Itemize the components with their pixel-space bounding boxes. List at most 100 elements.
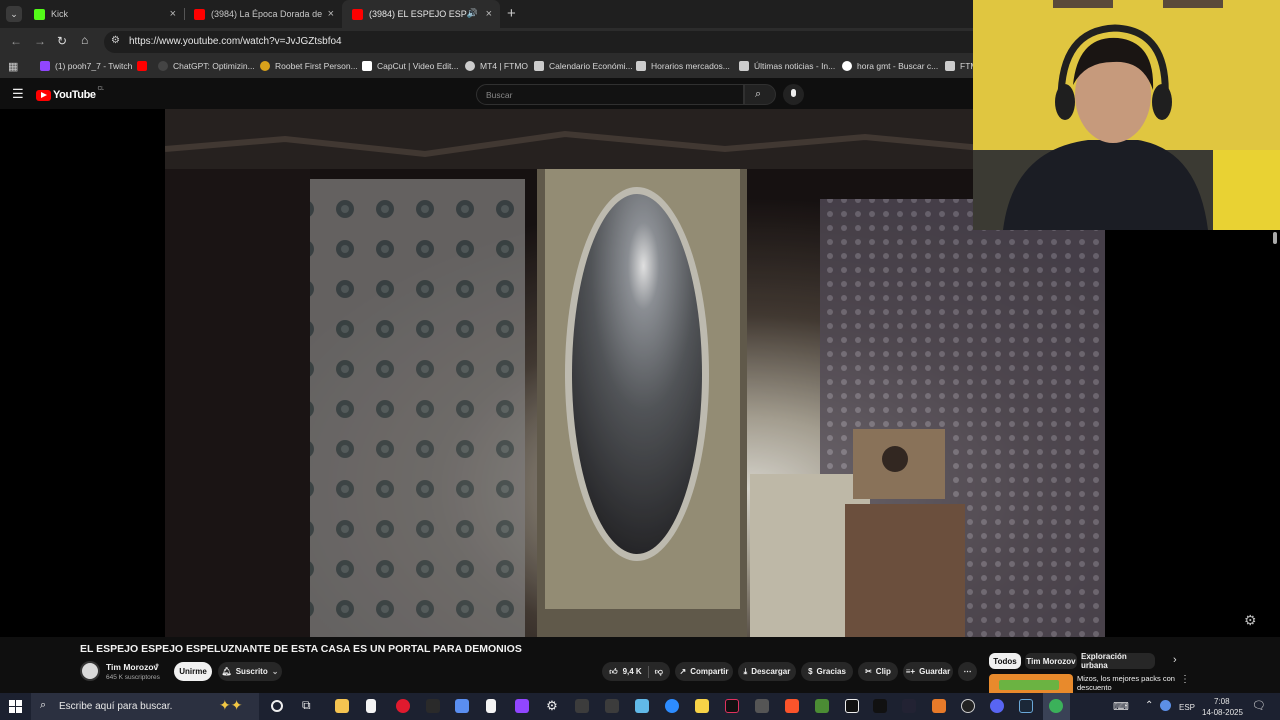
discord-icon[interactable] (990, 699, 1004, 713)
bookmark-roobet[interactable]: Roobet First Person... (260, 61, 358, 71)
keyboard-icon[interactable]: ⌨ (1113, 700, 1129, 713)
search-input[interactable]: Buscar (476, 84, 744, 105)
like-button[interactable]: 👍︎ 9,4 K (609, 667, 642, 677)
scissors-icon: ✂ (865, 667, 872, 676)
task-view-icon[interactable]: ⧉ (302, 698, 311, 713)
youtube-icon (352, 8, 363, 20)
app-icon[interactable] (605, 699, 619, 713)
globe-icon (465, 61, 475, 71)
apps-grid-icon[interactable]: ▦ (8, 60, 18, 73)
menu-icon[interactable]: ☰ (12, 86, 24, 102)
app-icon[interactable] (902, 699, 916, 713)
bookmark-chatgpt[interactable]: ChatGPT: Optimizin... (158, 61, 255, 71)
twitch-icon[interactable] (515, 699, 529, 713)
app-icon[interactable] (932, 699, 946, 713)
more-vertical-icon[interactable]: ⋮ (1180, 674, 1190, 685)
zoom-icon[interactable] (665, 699, 679, 713)
youtube-icon (194, 8, 205, 20)
brave-icon[interactable] (785, 699, 799, 713)
search-button[interactable]: ⌕ (744, 84, 776, 105)
thanks-icon: $ (808, 667, 813, 676)
speaker-icon[interactable]: 🔊 (467, 8, 478, 19)
tab-search-icon[interactable]: ⌄ (6, 6, 22, 22)
notepad-icon[interactable] (366, 699, 376, 713)
file-explorer-icon[interactable] (335, 699, 349, 713)
bookmark-capcut[interactable]: CapCut | Video Edit... (362, 61, 458, 71)
more-actions-button[interactable]: ⋯ (958, 662, 977, 681)
close-icon[interactable]: × (328, 8, 334, 20)
scrollbar-thumb[interactable] (1273, 232, 1277, 244)
clip-button[interactable]: ✂ Clip (858, 662, 898, 681)
home-icon[interactable]: ⌂ (81, 33, 88, 47)
bookmark-hora-gmt[interactable]: hora gmt - Buscar c... (842, 61, 938, 71)
capcut-icon (362, 61, 372, 71)
tab-kick[interactable]: Kick × (24, 0, 184, 28)
site-info-icon[interactable]: ⚙ (111, 35, 120, 46)
cortana-icon[interactable] (271, 700, 283, 712)
sticky-notes-icon[interactable] (695, 699, 709, 713)
minecraft-icon[interactable] (815, 699, 829, 713)
settings-icon[interactable]: ⚙ (545, 699, 559, 713)
language-indicator[interactable]: ESP (1179, 703, 1195, 712)
video-player[interactable] (165, 109, 1105, 637)
document-icon[interactable] (486, 699, 496, 713)
recommended-title[interactable]: Mizos, los mejores packs con descuento (1077, 674, 1177, 692)
voice-search-button[interactable] (783, 84, 804, 105)
app-icon[interactable] (575, 699, 589, 713)
share-button[interactable]: ↗ Compartir (675, 662, 733, 681)
chevron-right-icon[interactable]: › (1173, 654, 1177, 666)
tiktok-icon[interactable] (725, 699, 739, 713)
notifications-icon[interactable]: 🗨︎ (1252, 699, 1266, 712)
url-text[interactable]: https://www.youtube.com/watch?v=JvJGZtsb… (129, 36, 342, 47)
steam-icon[interactable] (1019, 699, 1033, 713)
reload-icon[interactable]: ↻ (57, 34, 67, 48)
tab-youtube-espejo[interactable]: (3984) EL ESPEJO ESPEJO E 🔊 × (342, 0, 500, 28)
close-icon[interactable]: × (486, 8, 492, 20)
download-button[interactable]: ⤓ Descargar (738, 662, 796, 681)
chip-exploracion-urbana[interactable]: Exploración urbana (1081, 652, 1155, 670)
subscribed-button[interactable]: 🔔︎ Suscrito ⌄ (218, 662, 282, 681)
save-icon: ≡+ (905, 667, 916, 676)
back-icon[interactable]: ← (10, 34, 22, 48)
chip-tim-morozov[interactable]: Tim Morozov (1025, 653, 1077, 669)
clock-time[interactable]: 7:08 (1214, 697, 1230, 706)
forward-icon[interactable]: → (34, 34, 46, 48)
windows-start-icon[interactable] (9, 700, 22, 713)
chip-todos[interactable]: Todos (989, 653, 1021, 669)
chrome-icon[interactable] (1049, 699, 1063, 713)
copilot-icon[interactable] (455, 699, 469, 713)
taskbar-search[interactable]: ⌕ Escribe aquí para buscar. ✦✦ (31, 693, 259, 720)
video-overlay-icon[interactable]: ⚙ (1244, 612, 1257, 629)
like-dislike-group: 👍︎ 9,4 K 👎︎ (602, 662, 670, 681)
bookmark-twitch[interactable]: (1) pooh7_7 - Twitch (40, 61, 132, 71)
tab-youtube-epoca[interactable]: (3984) La Época Dorada de You × (184, 0, 342, 28)
channel-name[interactable]: Tim Morozov (106, 662, 158, 672)
close-icon[interactable]: × (170, 8, 176, 20)
bookmark-noticias[interactable]: Últimas noticias - In... (739, 61, 835, 71)
clock-date[interactable]: 14-08-2025 (1202, 708, 1243, 717)
capcut-icon[interactable] (845, 699, 859, 713)
opera-icon[interactable] (396, 699, 410, 713)
bookmark-horarios[interactable]: Horarios mercados... (636, 61, 730, 71)
app-icon[interactable] (755, 699, 769, 713)
chevron-down-icon: ⌄ (271, 667, 279, 676)
obs-icon[interactable] (961, 699, 975, 713)
mail-icon[interactable] (635, 699, 649, 713)
recommended-thumbnail[interactable] (989, 674, 1073, 693)
thanks-button[interactable]: $ Gracias (801, 662, 853, 681)
channel-avatar[interactable] (80, 661, 100, 681)
bookmark-calendario[interactable]: Calendario Económi... (534, 61, 633, 71)
tiktok-icon[interactable] (873, 699, 887, 713)
dislike-button[interactable]: 👎︎ (655, 667, 663, 677)
network-icon[interactable] (1160, 700, 1171, 711)
app-icon[interactable] (426, 699, 440, 713)
bookmark-ftmo[interactable]: MT4 | FTMO (465, 61, 528, 71)
chevron-up-icon[interactable]: ⌃ (1145, 700, 1153, 711)
new-tab-button[interactable]: + (507, 5, 516, 22)
microphone-icon (791, 89, 796, 97)
youtube-logo[interactable]: YouTube CL (36, 86, 104, 101)
subscriber-count: 645 K suscriptores (106, 674, 160, 681)
save-button[interactable]: ≡+ Guardar (903, 662, 953, 681)
join-button[interactable]: Unirme (174, 662, 212, 681)
bookmark-youtube[interactable] (137, 61, 152, 71)
